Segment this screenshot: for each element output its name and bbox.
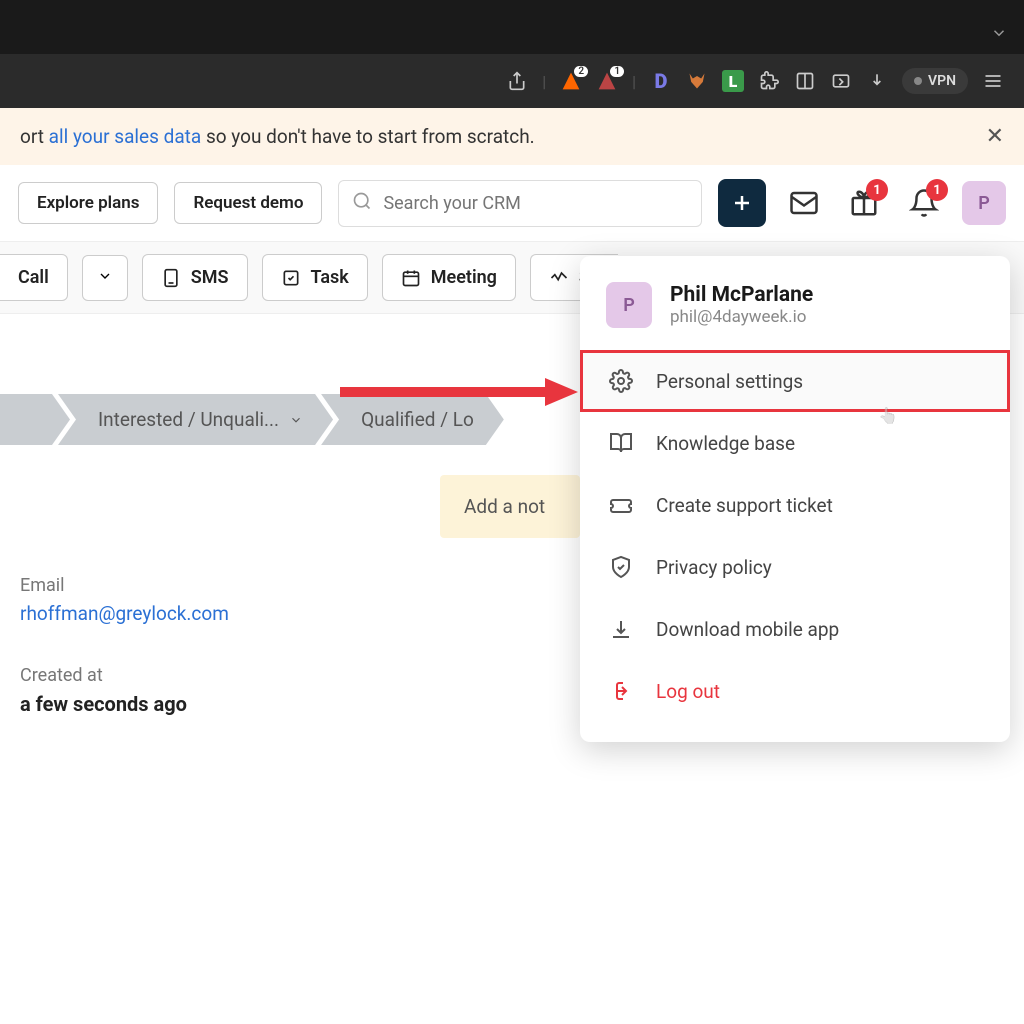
close-icon[interactable]: ✕ (986, 124, 1004, 149)
menu-label: Log out (656, 680, 720, 703)
search-icon (352, 191, 372, 215)
sms-button[interactable]: SMS (142, 254, 248, 301)
logout-icon (608, 678, 634, 704)
user-dropdown: P Phil McParlane phil@4dayweek.io Person… (580, 256, 1010, 742)
email-label: Email (20, 575, 400, 596)
hamburger-icon[interactable] (982, 70, 1004, 92)
avatar[interactable]: P (962, 181, 1006, 225)
banner-text-suffix: so you don't have to start from scratch. (201, 125, 534, 148)
created-value: a few seconds ago (20, 692, 400, 716)
call-label: Call (18, 267, 49, 288)
import-banner: ort all your sales data so you don't hav… (0, 108, 1024, 165)
puzzle-icon[interactable] (758, 70, 780, 92)
gift-badge: 1 (866, 179, 888, 201)
header-toolbar: Explore plans Request demo 1 1 P (0, 165, 1024, 242)
menu-label: Personal settings (656, 370, 803, 393)
menu-label: Knowledge base (656, 432, 795, 455)
bell-icon[interactable]: 1 (902, 181, 946, 225)
share-icon[interactable] (506, 70, 528, 92)
meeting-button[interactable]: Meeting (382, 254, 516, 301)
mail-icon[interactable] (782, 181, 826, 225)
browser-toolbar: | 2 1 | D L VPN (0, 54, 1024, 108)
ticket-icon (608, 492, 634, 518)
cursor-icon: 👆 (878, 406, 898, 425)
vpn-label: VPN (928, 73, 956, 89)
shield-icon (608, 554, 634, 580)
bell-badge: 1 (926, 179, 948, 201)
pipeline-stage-0[interactable] (0, 394, 70, 445)
menu-knowledge-base[interactable]: Knowledge base (580, 412, 1010, 474)
explore-plans-button[interactable]: Explore plans (18, 182, 158, 224)
download-icon[interactable] (866, 70, 888, 92)
menu-label: Privacy policy (656, 556, 772, 579)
gift-icon[interactable]: 1 (842, 181, 886, 225)
extension-icon-1[interactable]: 2 (560, 70, 582, 92)
dropdown-avatar: P (606, 282, 652, 328)
add-note-input[interactable]: Add a not (440, 475, 580, 538)
dropdown-header: P Phil McParlane phil@4dayweek.io (580, 276, 1010, 350)
gear-icon (608, 368, 634, 394)
extension-icon-2[interactable]: 1 (596, 70, 618, 92)
call-button[interactable]: Call (0, 254, 68, 301)
call-dropdown-toggle[interactable] (82, 255, 128, 301)
extension-badge-1: 2 (574, 66, 588, 77)
task-button[interactable]: Task (262, 254, 368, 301)
book-icon (608, 430, 634, 456)
window-icon[interactable] (830, 70, 852, 92)
menu-support-ticket[interactable]: Create support ticket (580, 474, 1010, 536)
request-demo-button[interactable]: Request demo (174, 182, 322, 224)
meeting-label: Meeting (431, 267, 497, 288)
details-panel: Email rhoffman@greylock.com Created at a… (20, 475, 400, 716)
banner-text-prefix: ort (20, 125, 49, 148)
extension-letter-l[interactable]: L (722, 70, 744, 92)
task-label: Task (311, 267, 349, 288)
extension-badge-2: 1 (610, 66, 624, 77)
download-app-icon (608, 616, 634, 642)
dropdown-user-name: Phil McParlane (670, 283, 813, 307)
banner-link[interactable]: all your sales data (49, 125, 202, 148)
sms-label: SMS (191, 267, 229, 288)
vpn-button[interactable]: VPN (902, 68, 968, 94)
menu-download-app[interactable]: Download mobile app (580, 598, 1010, 660)
email-value[interactable]: rhoffman@greylock.com (20, 602, 400, 625)
browser-titlebar (0, 0, 1024, 54)
search-input[interactable] (338, 180, 702, 227)
add-button[interactable] (718, 179, 766, 227)
menu-privacy-policy[interactable]: Privacy policy (580, 536, 1010, 598)
vpn-status-dot (914, 77, 922, 85)
chevron-down-icon[interactable] (990, 24, 1008, 46)
menu-personal-settings[interactable]: Personal settings (580, 350, 1010, 412)
annotation-arrow (330, 372, 580, 416)
fox-icon[interactable] (686, 70, 708, 92)
menu-label: Download mobile app (656, 618, 839, 641)
menu-logout[interactable]: Log out (580, 660, 1010, 722)
menu-label: Create support ticket (656, 494, 833, 517)
dropdown-user-email: phil@4dayweek.io (670, 307, 813, 327)
panel-icon[interactable] (794, 70, 816, 92)
created-label: Created at (20, 665, 400, 686)
pipeline-stage-interested[interactable]: Interested / Unquali... (58, 394, 333, 445)
extension-letter-d[interactable]: D (650, 70, 672, 92)
